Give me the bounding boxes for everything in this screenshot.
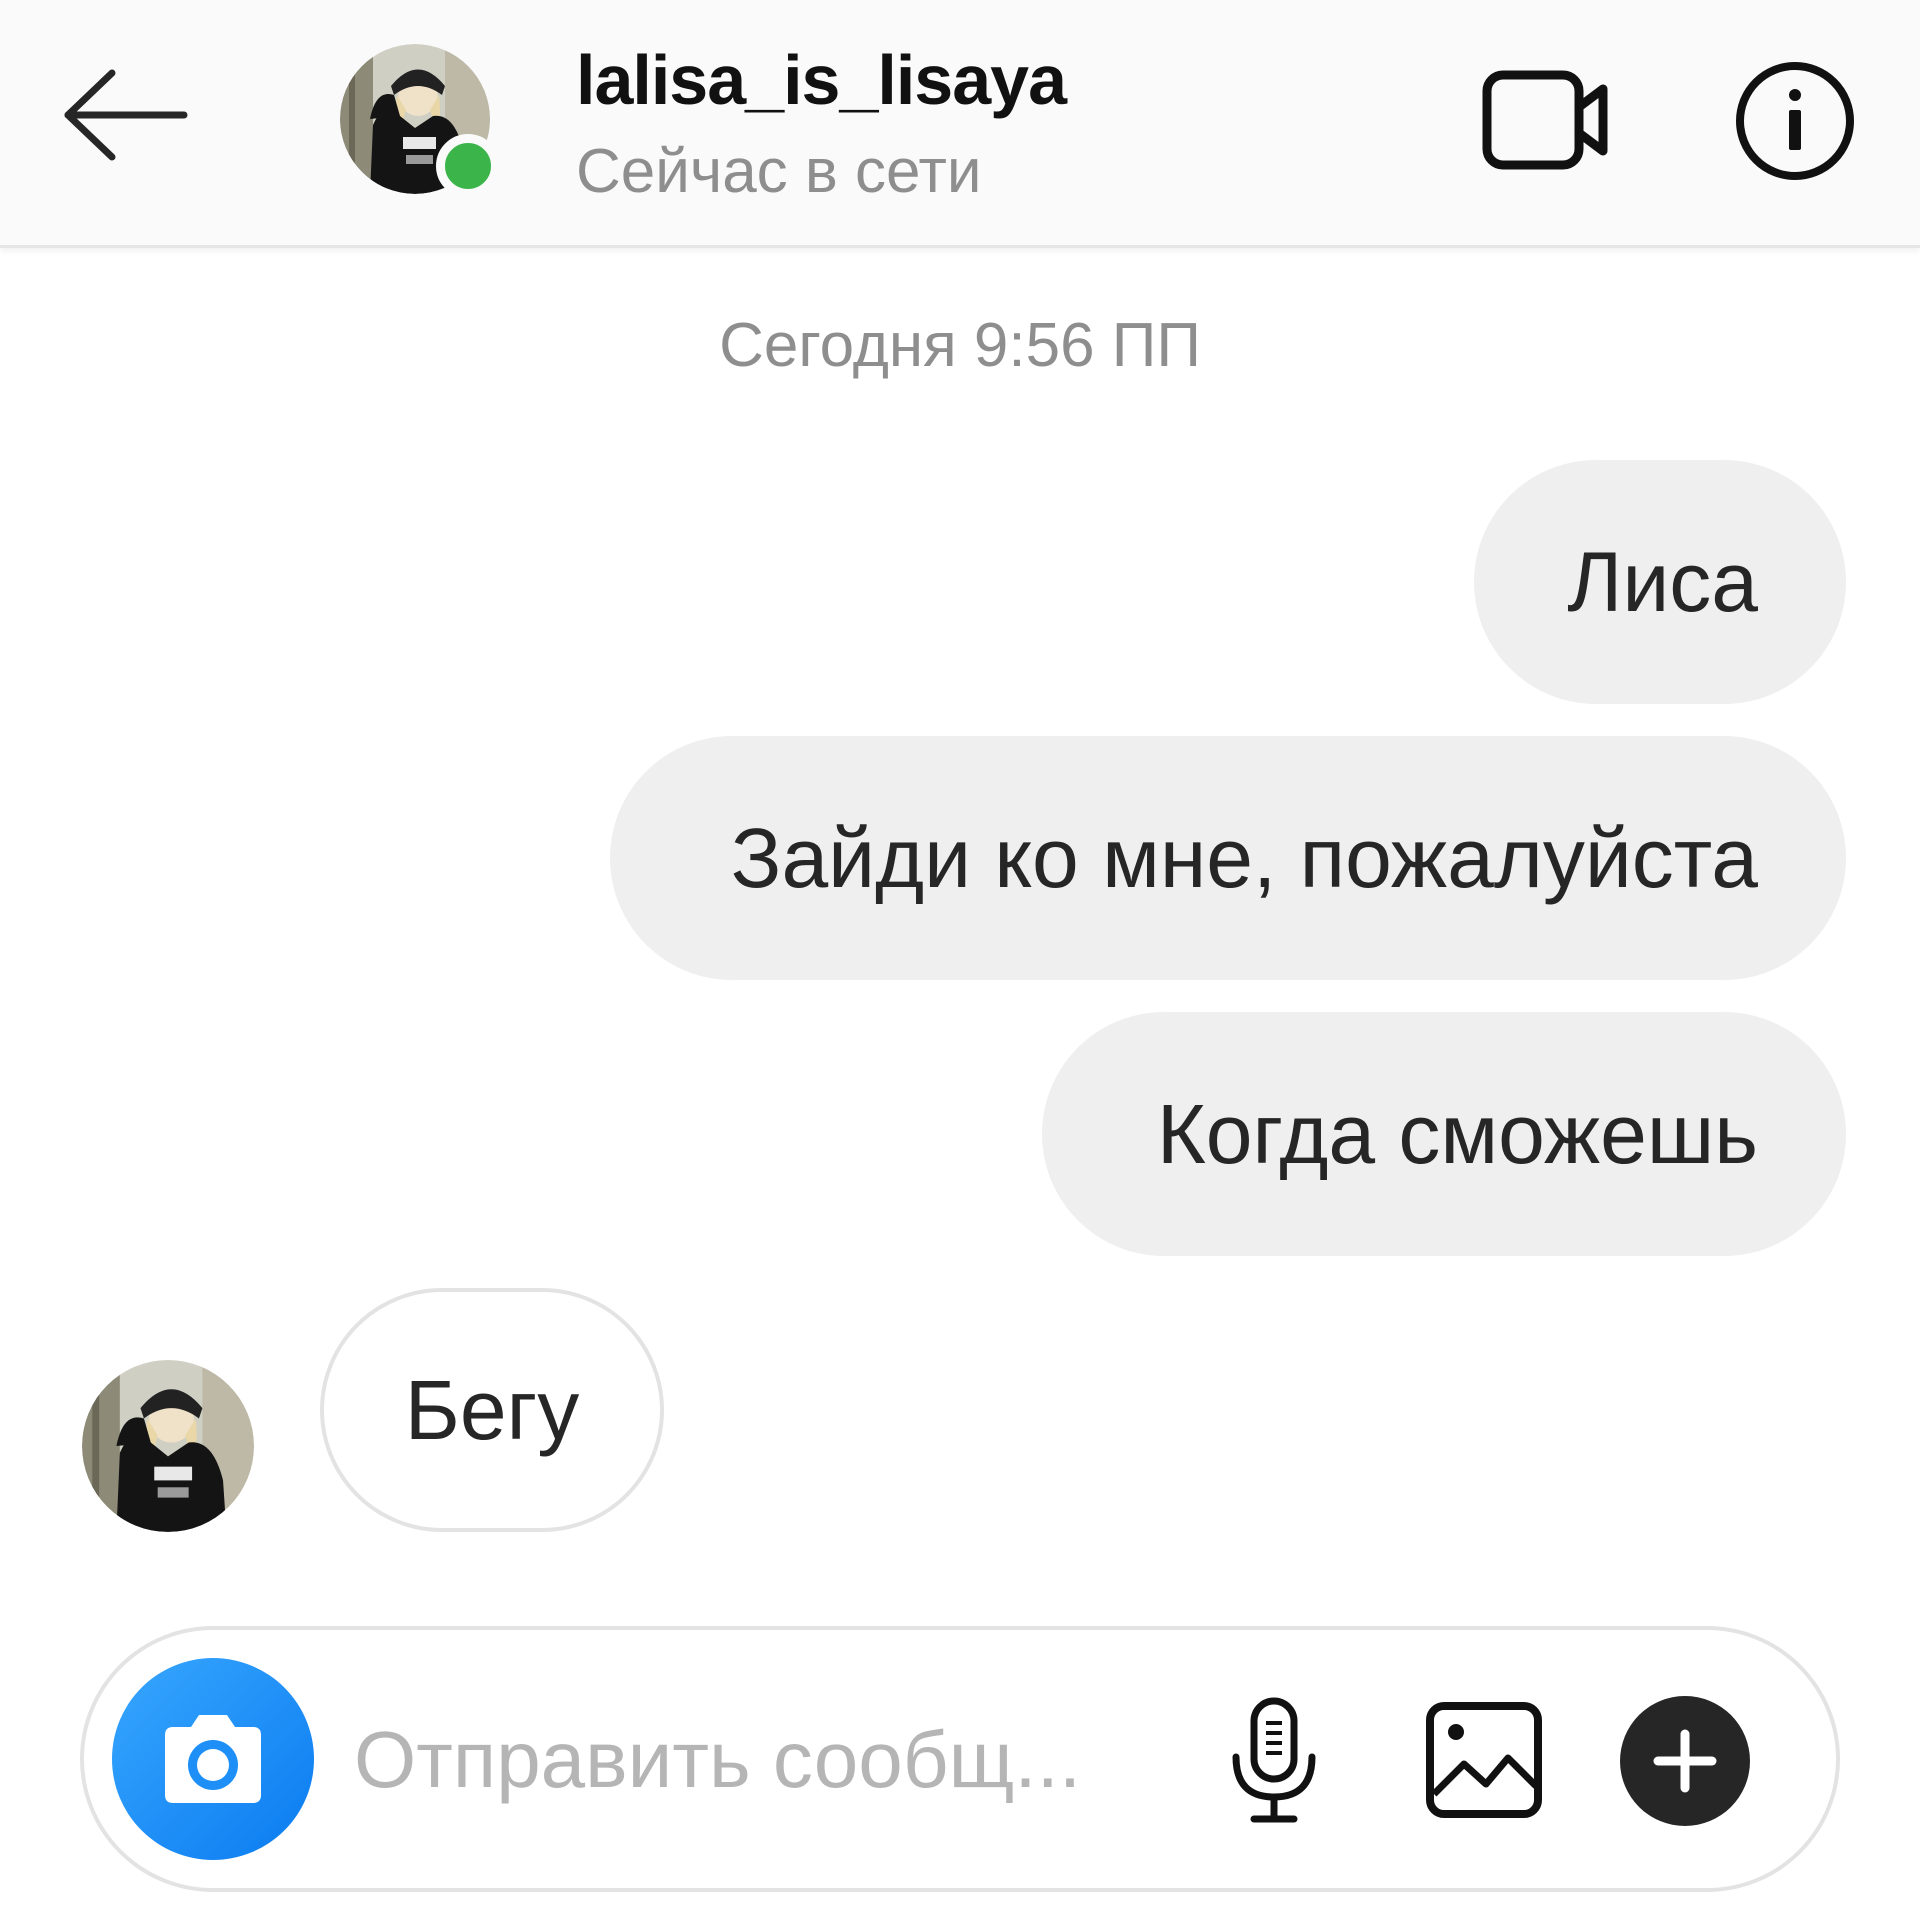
sender-avatar[interactable]: [82, 1360, 254, 1532]
message-text: Бегу: [404, 1362, 580, 1457]
voice-message-button[interactable]: [1204, 1690, 1344, 1830]
message-text: Зайди ко мне, пожалуйста: [730, 810, 1758, 905]
incoming-message[interactable]: Бегу: [320, 1288, 664, 1532]
contact-status: Сейчас в сети: [576, 137, 982, 206]
online-status-dot: [436, 134, 500, 198]
info-button[interactable]: [1730, 56, 1860, 186]
more-options-button[interactable]: [1620, 1696, 1750, 1826]
outgoing-message[interactable]: Зайди ко мне, пожалуйста: [610, 736, 1846, 980]
outgoing-message[interactable]: Лиса: [1474, 460, 1846, 704]
chat-timestamp: Сегодня 9:56 ПП: [719, 311, 1201, 380]
contact-avatar[interactable]: [340, 44, 500, 198]
back-button[interactable]: [50, 60, 200, 170]
image-icon: [1426, 1702, 1542, 1818]
plus-icon: [1653, 1729, 1717, 1793]
info-icon: [1736, 62, 1854, 180]
camera-icon: [165, 1715, 261, 1803]
message-input[interactable]: [354, 1700, 1214, 1820]
video-call-button[interactable]: [1476, 60, 1616, 180]
message-composer: [80, 1626, 1840, 1892]
avatar: [82, 1360, 254, 1532]
video-camera-icon: [1482, 70, 1608, 170]
message-text: Когда сможешь: [1156, 1086, 1758, 1181]
camera-button[interactable]: [112, 1658, 314, 1860]
arrow-left-icon: [64, 69, 188, 161]
contact-username[interactable]: lalisa_is_lisaya: [576, 40, 1067, 120]
outgoing-message[interactable]: Когда сможешь: [1042, 1012, 1846, 1256]
message-text: Лиса: [1567, 534, 1758, 629]
chat-header: lalisa_is_lisaya Сейчас в сети: [0, 0, 1920, 248]
gallery-button[interactable]: [1414, 1690, 1554, 1830]
microphone-icon: [1232, 1697, 1316, 1823]
